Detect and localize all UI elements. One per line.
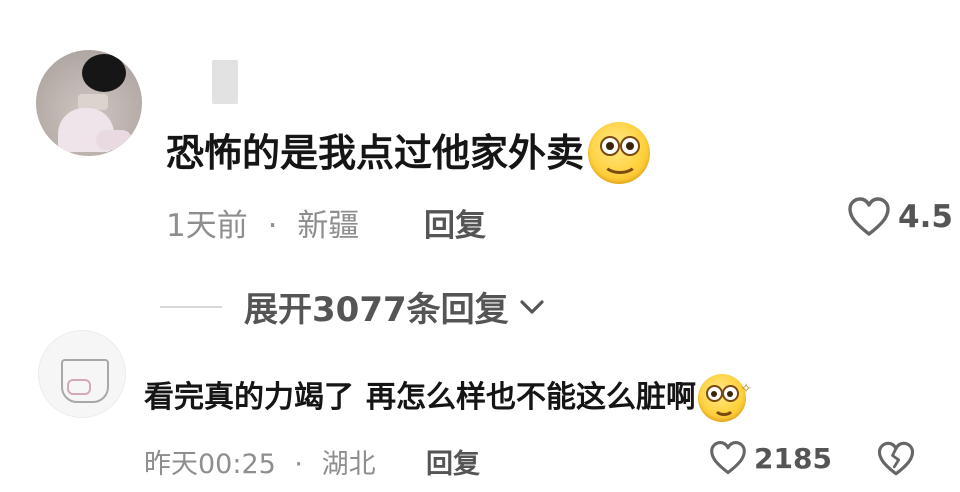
meta-separator: ·	[294, 449, 303, 480]
comment-text-content: 恐怖的是我点过他家外卖	[166, 131, 585, 175]
dizzy-face-emoji-icon: ✧	[698, 374, 752, 422]
avatar[interactable]	[38, 330, 126, 418]
chevron-down-icon	[520, 299, 544, 314]
comment-time: 1天前	[166, 208, 248, 244]
expand-replies-button[interactable]: 展开3077条回复	[244, 282, 545, 331]
username-redacted	[212, 60, 238, 104]
expand-replies-label: 展开3077条回复	[244, 290, 509, 330]
heart-outline-icon	[710, 441, 746, 475]
meta-separator: ·	[267, 208, 278, 244]
comment-meta: 昨天00:25 · 湖北	[144, 442, 376, 481]
comment-location: 湖北	[321, 449, 376, 480]
reply-button[interactable]: 回复	[424, 200, 486, 245]
avatar[interactable]	[36, 50, 142, 156]
like-button[interactable]: 2185	[708, 440, 832, 476]
like-button[interactable]: 4.5	[846, 196, 953, 238]
avatar-decoration	[67, 379, 91, 395]
heart-outline-icon	[848, 197, 890, 236]
comment-text: 看完真的力竭了 再怎么样也不能这么脏啊 ✧	[144, 374, 752, 422]
comment-time: 昨天00:25	[144, 449, 276, 480]
smiling-face-emoji-icon	[588, 122, 651, 184]
comment-text-content: 再怎么样也不能这么脏啊	[366, 380, 696, 415]
divider	[160, 306, 222, 308]
comment-location: 新疆	[297, 208, 360, 244]
like-count: 4.5	[898, 199, 953, 235]
dislike-button[interactable]	[876, 440, 916, 482]
broken-heart-icon	[877, 441, 915, 476]
comment-text-content: 看完真的力竭了	[144, 380, 354, 415]
comment-text: 恐怖的是我点过他家外卖	[166, 122, 651, 184]
avatar-decoration	[96, 130, 132, 150]
comment-meta: 1天前 · 新疆	[166, 200, 359, 245]
like-count: 2185	[754, 441, 832, 475]
reply-button[interactable]: 回复	[426, 442, 480, 481]
avatar-decoration	[82, 54, 126, 92]
